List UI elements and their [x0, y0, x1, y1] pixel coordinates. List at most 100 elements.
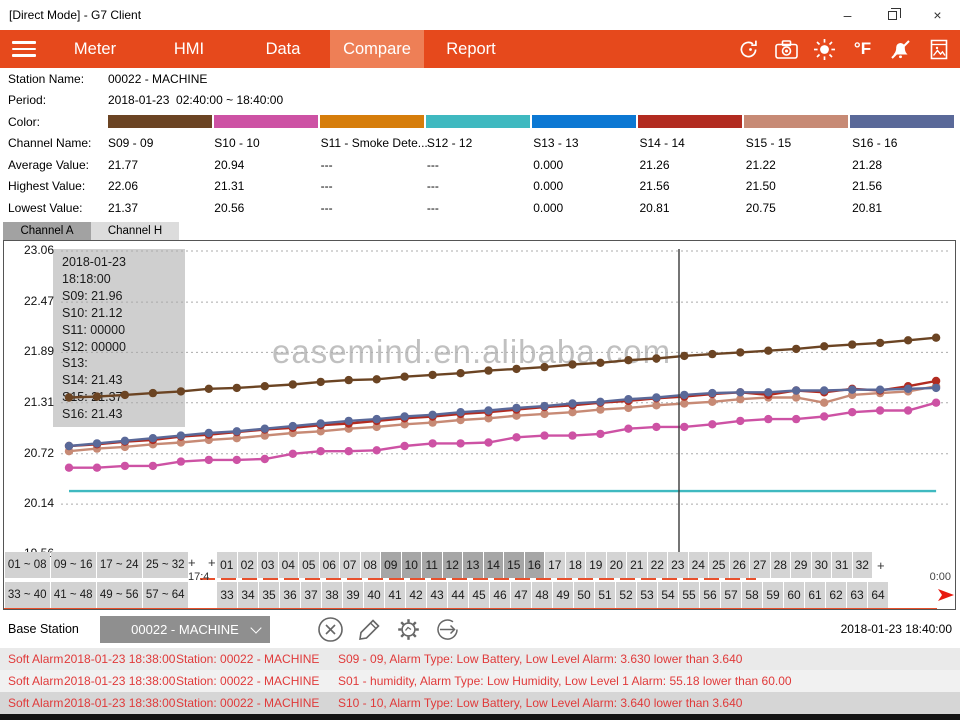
next-page-arrow[interactable]: [936, 585, 956, 605]
channel-button-17[interactable]: 17: [545, 552, 565, 578]
channel-button-13[interactable]: 13: [463, 552, 483, 578]
channel-button-28[interactable]: 28: [771, 552, 791, 578]
channel-button-31[interactable]: 31: [832, 552, 852, 578]
channel-button-05[interactable]: 05: [299, 552, 319, 578]
channel-button-33[interactable]: 33: [217, 582, 237, 608]
close-button[interactable]: ×: [915, 0, 960, 30]
channel-button-48[interactable]: 48: [532, 582, 552, 608]
group-button-09~16[interactable]: 09 ~ 16: [51, 552, 96, 578]
channel-button-29[interactable]: 29: [791, 552, 811, 578]
channel-button-26[interactable]: 26: [730, 552, 750, 578]
screenshot-icon[interactable]: [923, 34, 954, 64]
channel-button-38[interactable]: 38: [322, 582, 342, 608]
hamburger-menu-icon[interactable]: [0, 30, 48, 68]
channel-button-57[interactable]: 57: [721, 582, 741, 608]
channel-button-24[interactable]: 24: [689, 552, 709, 578]
channel-button-44[interactable]: 44: [448, 582, 468, 608]
channel-button-62[interactable]: 62: [826, 582, 846, 608]
channel-button-59[interactable]: 59: [763, 582, 783, 608]
channel-button-27[interactable]: 27: [750, 552, 770, 578]
tab-channel-h[interactable]: Channel H: [91, 222, 179, 240]
channel-button-15[interactable]: 15: [504, 552, 524, 578]
restore-button[interactable]: [870, 0, 915, 30]
group-button-41~48[interactable]: 41 ~ 48: [51, 582, 96, 608]
nav-item-meter[interactable]: Meter: [48, 30, 142, 68]
more-channels-plus[interactable]: +: [877, 558, 885, 573]
group-button-17~24[interactable]: 17 ~ 24: [97, 552, 142, 578]
apply-icon[interactable]: [433, 615, 461, 643]
channel-button-34[interactable]: 34: [238, 582, 258, 608]
tab-channel-a[interactable]: Channel A: [3, 222, 91, 240]
refresh-icon[interactable]: [733, 34, 764, 64]
channel-button-51[interactable]: 51: [595, 582, 615, 608]
channel-button-43[interactable]: 43: [427, 582, 447, 608]
channel-button-39[interactable]: 39: [343, 582, 363, 608]
nav-item-data[interactable]: Data: [236, 30, 330, 68]
channel-button-35[interactable]: 35: [259, 582, 279, 608]
nav-item-compare[interactable]: Compare: [330, 30, 424, 68]
group-button-01~08[interactable]: 01 ~ 08: [5, 552, 50, 578]
channel-button-14[interactable]: 14: [484, 552, 504, 578]
channel-button-45[interactable]: 45: [469, 582, 489, 608]
channel-button-06[interactable]: 06: [320, 552, 340, 578]
chart-canvas[interactable]: [61, 241, 951, 553]
channel-button-08[interactable]: 08: [361, 552, 381, 578]
alarm-row[interactable]: Soft Alarm2018-01-23 18:38:00Station: 00…: [0, 692, 960, 714]
alarm-row[interactable]: Soft Alarm2018-01-23 18:38:00Station: 00…: [0, 648, 960, 670]
channel-button-12[interactable]: 12: [443, 552, 463, 578]
channel-button-23[interactable]: 23: [668, 552, 688, 578]
channel-button-22[interactable]: 22: [648, 552, 668, 578]
channel-button-46[interactable]: 46: [490, 582, 510, 608]
channel-button-11[interactable]: 11: [422, 552, 442, 578]
channel-button-55[interactable]: 55: [679, 582, 699, 608]
channel-button-50[interactable]: 50: [574, 582, 594, 608]
channel-button-60[interactable]: 60: [784, 582, 804, 608]
channel-button-32[interactable]: 32: [853, 552, 873, 578]
group-button-33~40[interactable]: 33 ~ 40: [5, 582, 50, 608]
channel-button-25[interactable]: 25: [709, 552, 729, 578]
channel-button-56[interactable]: 56: [700, 582, 720, 608]
channel-button-64[interactable]: 64: [868, 582, 888, 608]
channel-button-04[interactable]: 04: [279, 552, 299, 578]
channel-button-10[interactable]: 10: [402, 552, 422, 578]
minimize-button[interactable]: –: [825, 0, 870, 30]
channel-button-36[interactable]: 36: [280, 582, 300, 608]
channel-button-49[interactable]: 49: [553, 582, 573, 608]
zoom-plus-icon[interactable]: +: [188, 555, 196, 570]
channel-button-16[interactable]: 16: [525, 552, 545, 578]
channel-button-58[interactable]: 58: [742, 582, 762, 608]
channel-button-47[interactable]: 47: [511, 582, 531, 608]
channel-button-18[interactable]: 18: [566, 552, 586, 578]
channel-button-30[interactable]: 30: [812, 552, 832, 578]
channel-button-52[interactable]: 52: [616, 582, 636, 608]
nav-item-hmi[interactable]: HMI: [142, 30, 236, 68]
alarm-mute-icon[interactable]: [885, 34, 916, 64]
fahrenheit-unit-icon[interactable]: °F: [847, 34, 878, 64]
base-station-dropdown[interactable]: 00022 - MACHINE: [100, 616, 270, 643]
channel-button-01[interactable]: 01: [217, 552, 237, 578]
channel-button-21[interactable]: 21: [627, 552, 647, 578]
channel-button-09[interactable]: 09: [381, 552, 401, 578]
channel-button-37[interactable]: 37: [301, 582, 321, 608]
alarm-row[interactable]: Soft Alarm2018-01-23 18:38:00Station: 00…: [0, 670, 960, 692]
nav-item-report[interactable]: Report: [424, 30, 518, 68]
group-button-57~64[interactable]: 57 ~ 64: [143, 582, 188, 608]
channel-button-53[interactable]: 53: [637, 582, 657, 608]
zoom-plus-icon[interactable]: +: [208, 555, 216, 570]
channel-button-03[interactable]: 03: [258, 552, 278, 578]
channel-button-20[interactable]: 20: [607, 552, 627, 578]
channel-button-19[interactable]: 19: [586, 552, 606, 578]
channel-button-41[interactable]: 41: [385, 582, 405, 608]
channel-button-02[interactable]: 02: [238, 552, 258, 578]
clear-icon[interactable]: [316, 615, 344, 643]
channel-button-54[interactable]: 54: [658, 582, 678, 608]
edit-icon[interactable]: [355, 615, 383, 643]
channel-button-42[interactable]: 42: [406, 582, 426, 608]
brightness-icon[interactable]: [809, 34, 840, 64]
trend-chart[interactable]: easemind.en.alibaba.com 2018-01-23 18:18…: [3, 240, 956, 610]
channel-button-07[interactable]: 07: [340, 552, 360, 578]
group-button-49~56[interactable]: 49 ~ 56: [97, 582, 142, 608]
camera-icon[interactable]: [771, 34, 802, 64]
group-button-25~32[interactable]: 25 ~ 32: [143, 552, 188, 578]
channel-button-40[interactable]: 40: [364, 582, 384, 608]
